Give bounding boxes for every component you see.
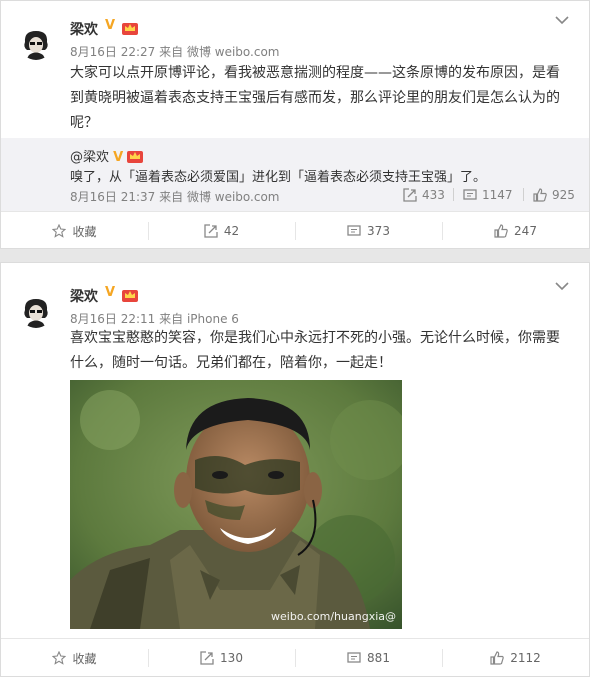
like-icon	[494, 224, 508, 238]
divider	[523, 188, 524, 201]
like-count: 2112	[510, 651, 541, 665]
chevron-down-icon[interactable]	[555, 15, 569, 25]
quoted-source: 来自 微博 weibo.com	[159, 190, 280, 204]
quoted-time[interactable]: 8月16日 21:37	[70, 190, 155, 204]
post-image[interactable]: weibo.com/huangxia@	[70, 380, 402, 629]
verified-badge: V	[105, 285, 116, 300]
repost-count: 42	[223, 224, 240, 238]
username[interactable]: 梁欢	[70, 19, 98, 39]
star-icon	[52, 651, 67, 665]
like-button[interactable]: 247	[442, 212, 589, 250]
chevron-down-icon[interactable]	[555, 281, 569, 291]
repost-icon	[403, 188, 417, 202]
post-text-line: 喜欢宝宝憨憨的笑容，你是我们心中永远打不死的小强。无论什么时候，你需要	[70, 330, 560, 346]
quoted-user[interactable]: @梁欢 V	[70, 146, 144, 165]
comment-button[interactable]: 373	[295, 212, 442, 250]
favorite-label: 收藏	[72, 224, 97, 239]
avatar[interactable]	[20, 296, 52, 328]
post-source: 来自 微博 weibo.com	[159, 45, 280, 59]
avatar[interactable]	[20, 28, 52, 60]
comment-icon	[347, 652, 361, 663]
post-time[interactable]: 8月16日 22:11	[70, 312, 155, 326]
verified-badge: V	[105, 18, 116, 33]
weibo-post-1: 梁欢 V 8月16日 22:27 来自 微博 weibo.com 大家可以点开原…	[0, 0, 590, 249]
repost-icon	[200, 651, 214, 665]
username[interactable]: 梁欢	[70, 286, 98, 306]
action-bar: 收藏 130 881 2112	[1, 638, 589, 676]
favorite-button[interactable]: 收藏	[1, 639, 148, 677]
verified-badge: V	[113, 150, 124, 165]
soldier-photo	[70, 380, 402, 629]
action-bar: 收藏 42 373 247	[1, 211, 589, 249]
post-time[interactable]: 8月16日 22:27	[70, 45, 155, 59]
like-count: 925	[552, 188, 575, 202]
quoted-text: 嗅了，从「逼着表态必须爱国」进化到「逼着表态必须支持王宝强」了。	[70, 170, 487, 185]
vip-crown-icon[interactable]	[122, 288, 138, 302]
repost-button[interactable]: 42	[148, 212, 295, 250]
quoted-like-count[interactable]: 925	[533, 188, 575, 202]
like-count: 247	[514, 224, 537, 238]
avatar-portrait-icon	[20, 296, 52, 328]
post-text: 大家可以点开原博评论，看我被恶意揣测的程度——这条原博的发布原因，是看 到黄晓明…	[70, 61, 575, 136]
image-watermark: weibo.com/huangxia@	[271, 610, 396, 623]
like-icon	[490, 651, 504, 665]
quoted-repost-count[interactable]: 433	[403, 188, 445, 202]
post-text-line: 到黄晓明被逼着表态支持王宝强后有感而发，那么评论里的朋友们是怎么认为的	[70, 90, 560, 106]
avatar-portrait-icon	[20, 28, 52, 60]
quoted-post[interactable]: @梁欢 V 嗅了，从「逼着表态必须爱国」进化到「逼着表态必须支持王宝强」了。 8…	[1, 138, 589, 212]
weibo-post-2: 梁欢 V 8月16日 22:11 来自 iPhone 6 喜欢宝宝憨憨的笑容，你…	[0, 262, 590, 677]
post-text-line: 大家可以点开原博评论，看我被恶意揣测的程度——这条原博的发布原因，是看	[70, 65, 560, 81]
comment-count: 881	[367, 651, 390, 665]
comment-icon	[463, 189, 477, 200]
comment-count: 1147	[482, 188, 513, 202]
favorite-button[interactable]: 收藏	[1, 212, 148, 250]
vip-crown-icon[interactable]	[127, 149, 144, 163]
favorite-label: 收藏	[72, 651, 97, 666]
repost-icon	[204, 224, 218, 238]
post-text-line: 呢？	[70, 115, 98, 131]
repost-button[interactable]: 130	[148, 639, 295, 677]
comment-button[interactable]: 881	[295, 639, 442, 677]
comment-icon	[347, 225, 361, 236]
post-meta[interactable]: 8月16日 22:27 来自 微博 weibo.com	[70, 43, 280, 60]
post-meta[interactable]: 8月16日 22:11 来自 iPhone 6	[70, 310, 239, 327]
quoted-meta[interactable]: 8月16日 21:37 来自 微博 weibo.com	[70, 188, 280, 205]
star-icon	[52, 224, 67, 238]
vip-crown-icon[interactable]	[122, 21, 138, 35]
quoted-username[interactable]: @梁欢	[70, 150, 109, 165]
like-button[interactable]: 2112	[442, 639, 589, 677]
post-text: 喜欢宝宝憨憨的笑容，你是我们心中永远打不死的小强。无论什么时候，你需要 什么，随…	[70, 326, 575, 376]
post-text-line: 什么，随时一句话。兄弟们都在，陪着你，一起走！	[70, 355, 392, 371]
repost-count: 130	[220, 651, 243, 665]
quoted-comment-count[interactable]: 1147	[463, 188, 513, 202]
repost-count: 433	[422, 188, 445, 202]
like-icon	[533, 188, 547, 202]
post-source: 来自 iPhone 6	[159, 312, 239, 326]
comment-count: 373	[367, 224, 390, 238]
divider	[453, 188, 454, 201]
